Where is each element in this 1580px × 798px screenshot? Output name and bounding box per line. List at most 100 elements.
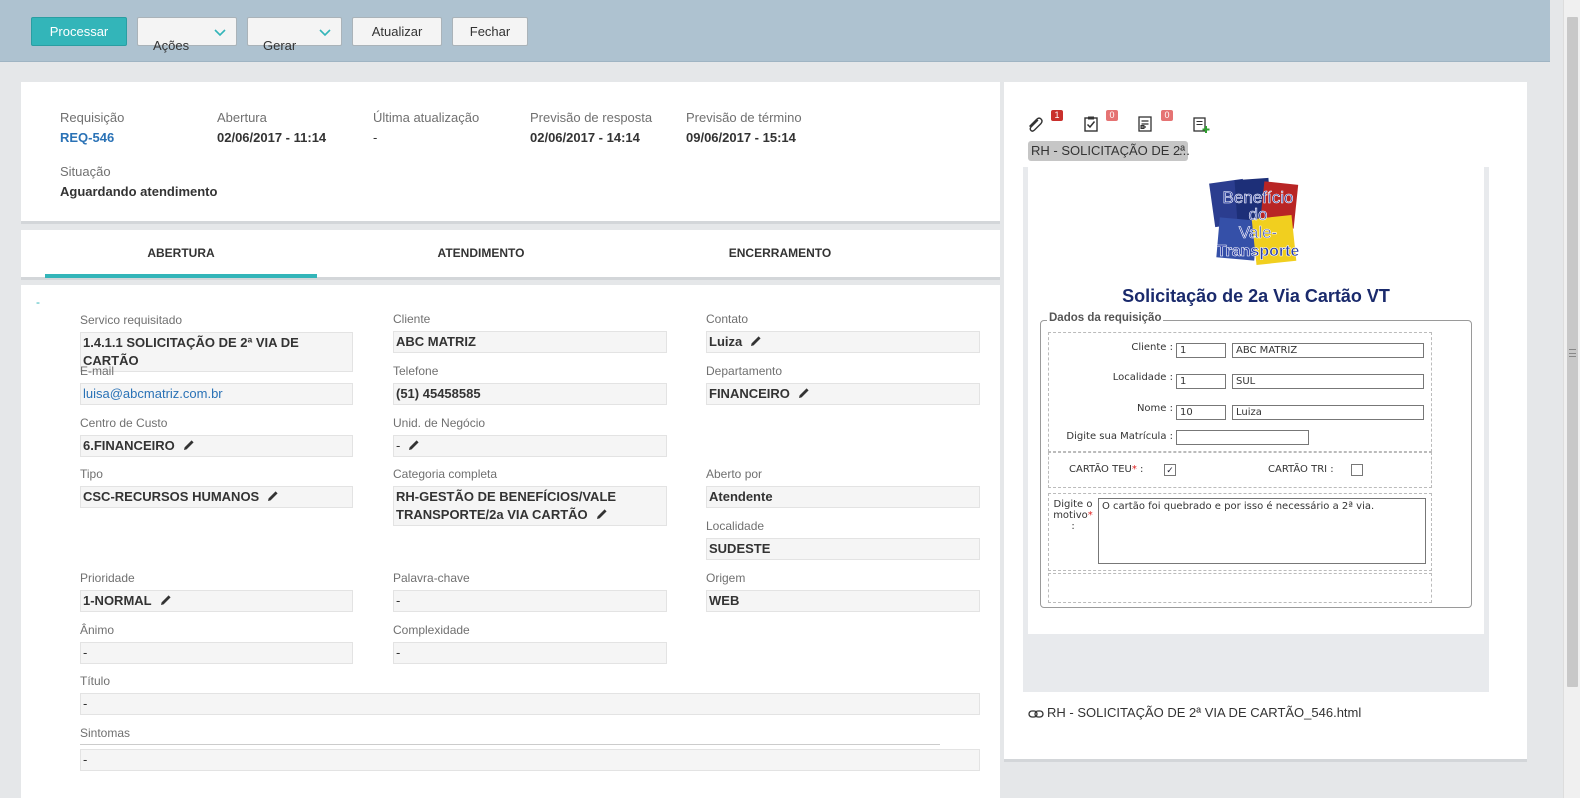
service-label: Servico requisitado xyxy=(80,313,183,327)
tab-atendimento[interactable]: ATENDIMENTO xyxy=(345,230,617,278)
client-mini-label: Cliente : xyxy=(1131,342,1173,353)
symptoms-value: - xyxy=(80,749,980,771)
fieldset-legend: Dados da requisição xyxy=(1047,312,1164,324)
opening-label: Abertura xyxy=(217,110,267,125)
mood-value: - xyxy=(80,642,353,664)
opening-value: 02/06/2017 - 11:14 xyxy=(217,130,327,145)
category-value-box: RH-GESTÃO DE BENEFÍCIOS/VALE TRANSPORTE/… xyxy=(393,486,667,526)
category-value: RH-GESTÃO DE BENEFÍCIOS/VALE TRANSPORTE/… xyxy=(396,489,617,522)
attachment-link[interactable]: RH - SOLICITAÇÃO DE 2ª VIA DE CARTÃO_546… xyxy=(1028,705,1361,720)
symptoms-label: Sintomas xyxy=(80,726,131,740)
tasks-badge: 0 xyxy=(1106,110,1118,121)
tab-abertura[interactable]: ABERTURA xyxy=(45,230,317,278)
tab-bar: ABERTURA ATENDIMENTO ENCERRAMENTO xyxy=(21,230,1000,280)
origin-value: WEB xyxy=(706,590,980,612)
edit-pencil-icon[interactable] xyxy=(596,508,608,520)
request-number-link[interactable]: REQ-546 xyxy=(60,130,124,145)
contact-value-box: Luiza xyxy=(706,331,980,353)
last-update-label: Última atualização xyxy=(373,110,480,125)
department-label: Departamento xyxy=(706,364,783,378)
name-value-input[interactable]: Luiza xyxy=(1232,405,1424,420)
reason-textarea[interactable]: O cartão foi quebrado e por isso é neces… xyxy=(1098,498,1426,564)
type-value: CSC-RECURSOS HUMANOS xyxy=(83,489,260,504)
category-field: Categoria completa RH-GESTÃO DE BENEFÍCI… xyxy=(393,467,667,526)
card-tri-checkbox[interactable] xyxy=(1351,464,1363,476)
add-document-icon[interactable] xyxy=(1192,116,1210,134)
card-tri-label: CARTÃO TRI : xyxy=(1268,464,1334,475)
client-code-input[interactable]: 1 xyxy=(1176,343,1226,358)
business-unit-label: Unid. de Negócio xyxy=(393,416,486,430)
reason-mini-label: Digite o motivo*: xyxy=(1051,499,1095,532)
client-value: ABC MATRIZ xyxy=(393,331,667,353)
title-value: - xyxy=(80,693,980,715)
refresh-button[interactable]: Atualizar xyxy=(352,17,442,46)
department-value-box: FINANCEIRO xyxy=(706,383,980,405)
paperclip-icon[interactable] xyxy=(1026,116,1044,134)
last-update-field: Última atualização - xyxy=(373,110,479,145)
edit-pencil-icon[interactable] xyxy=(267,490,279,502)
forms-badge: 0 xyxy=(1161,110,1173,121)
scrollbar-grip xyxy=(1569,349,1576,357)
type-value-box: CSC-RECURSOS HUMANOS xyxy=(80,486,353,508)
business-unit-value-box: - xyxy=(393,435,667,457)
edit-pencil-icon[interactable] xyxy=(183,439,195,451)
business-unit-field: Unid. de Negócio - xyxy=(393,416,667,457)
cost-center-label: Centro de Custo xyxy=(80,416,168,430)
reason-label-line-1: Digite o xyxy=(1053,499,1093,510)
end-forecast-label: Previsão de término xyxy=(686,110,802,125)
tab-encerramento[interactable]: ENCERRAMENTO xyxy=(644,230,916,278)
phone-field: Telefone (51) 45458585 xyxy=(393,364,667,405)
logo-text-line-4: Transporte xyxy=(1217,243,1300,260)
edit-pencil-icon[interactable] xyxy=(750,335,762,347)
request-details-form: - Servico requisitado 1.4.1.1 SOLICITAÇÃ… xyxy=(21,285,1000,798)
status-field: Situação Aguardando atendimento xyxy=(60,164,217,199)
task-checklist-icon[interactable] xyxy=(1082,115,1100,133)
reason-label-line-2-text: motivo xyxy=(1053,510,1088,521)
email-link[interactable]: luisa@abcmatriz.com.br xyxy=(80,383,353,405)
actions-label: Ações xyxy=(153,37,190,53)
actions-dropdown-button[interactable]: Ações xyxy=(137,17,237,53)
logo-text-line-2: do xyxy=(1249,205,1268,224)
collapse-toggle[interactable]: - xyxy=(36,295,40,309)
type-label: Tipo xyxy=(80,467,103,481)
edit-pencil-icon[interactable] xyxy=(408,439,420,451)
edit-pencil-icon[interactable] xyxy=(798,387,810,399)
type-field: Tipo CSC-RECURSOS HUMANOS xyxy=(80,467,353,508)
complexity-label: Complexidade xyxy=(393,623,470,637)
name-code-input[interactable]: 10 xyxy=(1176,405,1226,420)
opened-by-label: Aberto por xyxy=(706,467,763,481)
process-button[interactable]: Processar xyxy=(31,17,127,46)
form-title: Solicitação de 2a Via Cartão VT xyxy=(1122,286,1390,306)
close-button[interactable]: Fechar xyxy=(452,17,528,46)
complexity-value: - xyxy=(393,642,667,664)
chevron-down-icon xyxy=(214,29,226,37)
status-value: Aguardando atendimento xyxy=(60,184,218,199)
client-name-input[interactable]: ABC MATRIZ xyxy=(1232,343,1424,358)
opened-by-value: Atendente xyxy=(706,486,980,508)
generate-dropdown-button[interactable]: Gerar xyxy=(247,17,342,53)
contact-value: Luiza xyxy=(709,334,743,349)
request-field: Requisição REQ-546 xyxy=(60,110,124,145)
priority-field: Prioridade 1-NORMAL xyxy=(80,571,353,612)
document-tab-chip[interactable]: RH - SOLICITAÇÃO DE 2ª xyxy=(1028,141,1189,161)
registration-input[interactable] xyxy=(1176,430,1309,445)
symptoms-divider xyxy=(80,744,940,745)
keyword-label: Palavra-chave xyxy=(393,571,470,585)
card-teu-text: CARTÃO TEU xyxy=(1069,464,1132,475)
form-document-icon[interactable] xyxy=(1136,115,1154,133)
page-scrollbar[interactable] xyxy=(1563,0,1580,798)
response-forecast-field: Previsão de resposta 02/06/2017 - 14:14 xyxy=(530,110,652,145)
phone-label: Telefone xyxy=(393,364,439,378)
cost-center-value: 6.FINANCEIRO xyxy=(83,438,175,453)
status-label: Situação xyxy=(60,164,111,179)
edit-pencil-icon[interactable] xyxy=(160,594,172,606)
card-teu-checkbox[interactable]: ✓ xyxy=(1164,464,1176,476)
locality-code-input[interactable]: 1 xyxy=(1176,374,1226,389)
request-label: Requisição xyxy=(60,110,125,125)
response-forecast-value: 02/06/2017 - 14:14 xyxy=(530,130,640,145)
locality-mini-label: Localidade : xyxy=(1112,372,1173,383)
phone-value: (51) 45458585 xyxy=(393,383,667,405)
cost-center-value-box: 6.FINANCEIRO xyxy=(80,435,353,457)
attachments-badge: 1 xyxy=(1051,110,1063,121)
locality-name-input[interactable]: SUL xyxy=(1232,374,1424,389)
